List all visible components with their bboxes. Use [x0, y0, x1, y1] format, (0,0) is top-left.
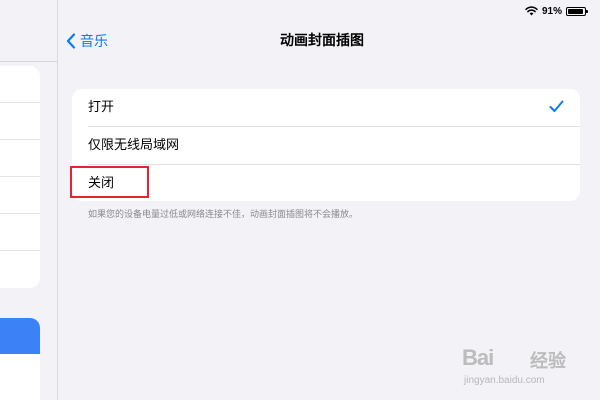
- page-title: 动画封面插图: [280, 33, 364, 49]
- battery-icon: [566, 6, 588, 16]
- battery-cap: [586, 9, 588, 13]
- chevron-left-icon: [66, 33, 76, 49]
- sidebar: [0, 0, 58, 400]
- wifi-icon: [525, 6, 538, 16]
- checkmark-icon: [549, 100, 564, 113]
- divider: [0, 102, 40, 103]
- divider: [0, 250, 40, 251]
- back-label: 音乐: [80, 34, 108, 50]
- sidebar-list: [0, 66, 40, 288]
- sidebar-item-selected[interactable]: [0, 318, 40, 354]
- back-button[interactable]: 音乐: [66, 30, 108, 52]
- sidebar-header: [0, 0, 57, 62]
- sidebar-item[interactable]: [0, 354, 40, 400]
- highlight-annotation-box: [70, 166, 149, 198]
- watermark-text: 经验: [530, 351, 566, 372]
- divider: [0, 176, 40, 177]
- status-bar: 91%: [525, 4, 588, 18]
- divider: [0, 139, 40, 140]
- option-wifi-only[interactable]: 仅限无线局域网: [72, 127, 580, 164]
- watermark-logo: Bai: [462, 345, 494, 370]
- option-label: 仅限无线局域网: [88, 138, 180, 153]
- battery-level: [568, 8, 583, 14]
- option-on[interactable]: 打开: [72, 89, 580, 126]
- watermark-url: jingyan.baidu.com: [464, 375, 545, 386]
- divider: [0, 213, 40, 214]
- watermark: Bai 经验 jingyan.baidu.com: [462, 345, 582, 395]
- option-label: 打开: [88, 100, 115, 115]
- footnote: 如果您的设备电量过低或网络连接不佳，动画封面插图将不会播放。: [88, 210, 359, 220]
- battery-percentage: 91%: [541, 5, 562, 17]
